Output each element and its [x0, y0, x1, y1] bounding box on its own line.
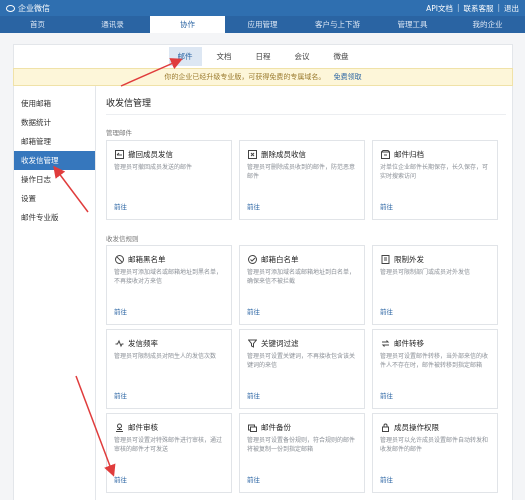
frequency-icon	[114, 339, 124, 349]
goto-link[interactable]: 前往	[247, 306, 260, 316]
main-content: 收发信管理 管理邮件 收发信规则 撤回成员发信 管理员可撤回成员发送的邮件 前往…	[96, 86, 513, 500]
card-desc: 管理员可添加域名或邮箱地址到黑名单，不再接收对方来信	[114, 269, 223, 285]
card-desc: 管理员可设置备份规则，符合规则的邮件将被复制一份到指定邮箱	[247, 437, 356, 453]
archive-icon	[380, 150, 390, 160]
goto-link[interactable]: 前往	[114, 306, 127, 316]
card-title: 限制外发	[394, 255, 424, 264]
filter-icon	[247, 339, 257, 349]
brand-logo[interactable]: 企业微信	[6, 3, 50, 14]
tab-mail[interactable]: 邮件	[168, 47, 202, 66]
nav-tools[interactable]: 管理工具	[375, 16, 450, 33]
recall-icon	[114, 150, 124, 160]
card-title: 关键词过滤	[261, 339, 299, 348]
separator: |	[456, 2, 460, 12]
wecom-logo-icon	[6, 4, 15, 12]
audit-icon	[114, 423, 124, 433]
claim-domain-link[interactable]: 免费领取	[334, 73, 362, 81]
tab-meeting[interactable]: 会议	[286, 47, 319, 66]
card-archive: 邮件归档 对单位企业邮件长期保存，长久保存，可实时搜索访问 前往	[372, 140, 498, 220]
goto-link[interactable]: 前往	[247, 390, 260, 400]
sidebar-item-operation-log[interactable]: 操作日志	[14, 170, 95, 189]
goto-link[interactable]: 前往	[380, 390, 393, 400]
card-restrict-send: 限制外发 管理员可限制部门或成员对外发信 前往	[372, 245, 498, 325]
upgrade-notice: 你的企业已经升级专业版，可获得免费的专属域名。 免费领取	[13, 68, 513, 86]
goto-link[interactable]: 前往	[380, 306, 393, 316]
card-desc: 管理员可设置对特殊邮件进行审核，通过审核的邮件才可发送	[114, 437, 223, 453]
main-nav: 首页 通讯录 协作 应用管理 客户与上下游 管理工具 我的企业	[0, 16, 525, 33]
card-desc: 管理员可限制成员对陌生人的发信次数	[114, 353, 217, 360]
goto-link[interactable]: 前往	[247, 474, 260, 484]
card-desc: 管理员可以允许成员设置邮件自动转发和收发邮件的邮件	[380, 437, 489, 453]
nav-apps[interactable]: 应用管理	[225, 16, 300, 33]
card-member-permission: 成员操作权限 管理员可以允许成员设置邮件自动转发和收发邮件的邮件 前往	[372, 413, 498, 493]
card-title: 邮件转移	[394, 339, 424, 348]
transfer-icon	[380, 339, 390, 349]
delete-mail-icon	[247, 150, 257, 160]
card-transfer: 邮件转移 管理员可设置邮件转移，当外部来信的收件人不存在时，邮件被转移到指定邮箱…	[372, 329, 498, 409]
api-docs-link[interactable]: API文档	[426, 3, 453, 14]
goto-link[interactable]: 前往	[114, 201, 127, 211]
permission-icon	[380, 423, 390, 433]
nav-my-enterprise[interactable]: 我的企业	[450, 16, 525, 33]
card-title: 发信频率	[128, 339, 158, 348]
goto-link[interactable]: 前往	[247, 201, 260, 211]
card-desc: 管理员可添加域名或邮箱地址到白名单，确保来信不被拦截	[247, 269, 356, 285]
card-desc: 管理员可设置邮件转移，当外部来信的收件人不存在时，邮件被转移到指定邮箱	[380, 353, 489, 369]
sidebar-item-pro[interactable]: 邮件专业版	[14, 208, 95, 227]
top-bar: 企业微信 API文档 | 联系客服 | 退出	[0, 0, 525, 16]
notice-text: 你的企业已经升级专业版，可获得免费的专属域名。	[164, 73, 326, 81]
goto-link[interactable]: 前往	[380, 201, 393, 211]
card-frequency: 发信频率 管理员可限制成员对陌生人的发信次数 前往	[106, 329, 232, 409]
nav-contacts[interactable]: 通讯录	[75, 16, 150, 33]
card-desc: 管理员可删除成员收到的邮件，防范恶意邮件	[247, 164, 356, 180]
card-blacklist: 邮箱黑名单 管理员可添加域名或邮箱地址到黑名单，不再接收对方来信 前往	[106, 245, 232, 325]
section-label-manage-mail: 管理邮件	[106, 129, 132, 137]
separator: |	[497, 2, 500, 12]
blacklist-icon	[114, 255, 124, 265]
logout-link[interactable]: 退出	[504, 3, 519, 14]
sidebar-item-use-mailbox[interactable]: 使用邮箱	[14, 94, 95, 113]
sidebar-item-mailbox-management[interactable]: 邮箱管理	[14, 132, 95, 151]
card-title: 邮件备份	[261, 423, 291, 432]
sidebar: 使用邮箱 数据统计 邮箱管理 收发信管理 操作日志 设置 邮件专业版	[13, 86, 96, 500]
card-delete-received: 删除成员收信 管理员可删除成员收到的邮件，防范恶意邮件 前往	[239, 140, 365, 220]
card-title: 删除成员收信	[261, 150, 306, 159]
goto-link[interactable]: 前往	[114, 474, 127, 484]
card-keyword-filter: 关键词过滤 管理员可设置关键词，不再接收包含该关键词的来信 前往	[239, 329, 365, 409]
sidebar-item-send-receive[interactable]: 收发信管理	[14, 151, 95, 170]
card-desc: 管理员可限制部门或成员对外发信	[380, 269, 471, 276]
tab-calendar[interactable]: 日程	[247, 47, 280, 66]
tab-docs[interactable]: 文档	[208, 47, 241, 66]
nav-collaboration[interactable]: 协作	[150, 16, 225, 33]
tab-drive[interactable]: 微盘	[325, 47, 358, 66]
card-title: 邮件归档	[394, 150, 424, 159]
card-desc: 管理员可撤回成员发送的邮件	[114, 164, 193, 171]
card-whitelist: 邮箱白名单 管理员可添加域名或邮箱地址到白名单，确保来信不被拦截 前往	[239, 245, 365, 325]
nav-home[interactable]: 首页	[0, 16, 75, 33]
card-title: 邮箱黑名单	[128, 255, 166, 264]
goto-link[interactable]: 前往	[114, 390, 127, 400]
card-desc: 对单位企业邮件长期保存，长久保存，可实时搜索访问	[380, 164, 489, 180]
card-backup: 邮件备份 管理员可设置备份规则，符合规则的邮件将被复制一份到指定邮箱 前往	[239, 413, 365, 493]
restrict-send-icon	[380, 255, 390, 265]
goto-link[interactable]: 前往	[380, 474, 393, 484]
nav-customers[interactable]: 客户与上下游	[300, 16, 375, 33]
card-title: 撤回成员发信	[128, 150, 173, 159]
divider	[106, 114, 506, 115]
sidebar-item-settings[interactable]: 设置	[14, 189, 95, 208]
card-title: 邮件审核	[128, 423, 158, 432]
card-audit: 邮件审核 管理员可设置对特殊邮件进行审核，通过审核的邮件才可发送 前往	[106, 413, 232, 493]
card-recall: 撤回成员发信 管理员可撤回成员发送的邮件 前往	[106, 140, 232, 220]
card-title: 成员操作权限	[394, 423, 439, 432]
page-title: 收发信管理	[106, 99, 152, 109]
section-label-rules: 收发信规则	[106, 235, 139, 243]
card-title: 邮箱白名单	[261, 255, 299, 264]
whitelist-icon	[247, 255, 257, 265]
card-desc: 管理员可设置关键词，不再接收包含该关键词的来信	[247, 353, 356, 369]
backup-icon	[247, 423, 257, 433]
contact-support-link[interactable]: 联系客服	[463, 3, 493, 14]
sub-nav: 邮件 文档 日程 会议 微盘	[13, 44, 513, 68]
sidebar-item-statistics[interactable]: 数据统计	[14, 113, 95, 132]
brand-name: 企业微信	[18, 3, 50, 13]
